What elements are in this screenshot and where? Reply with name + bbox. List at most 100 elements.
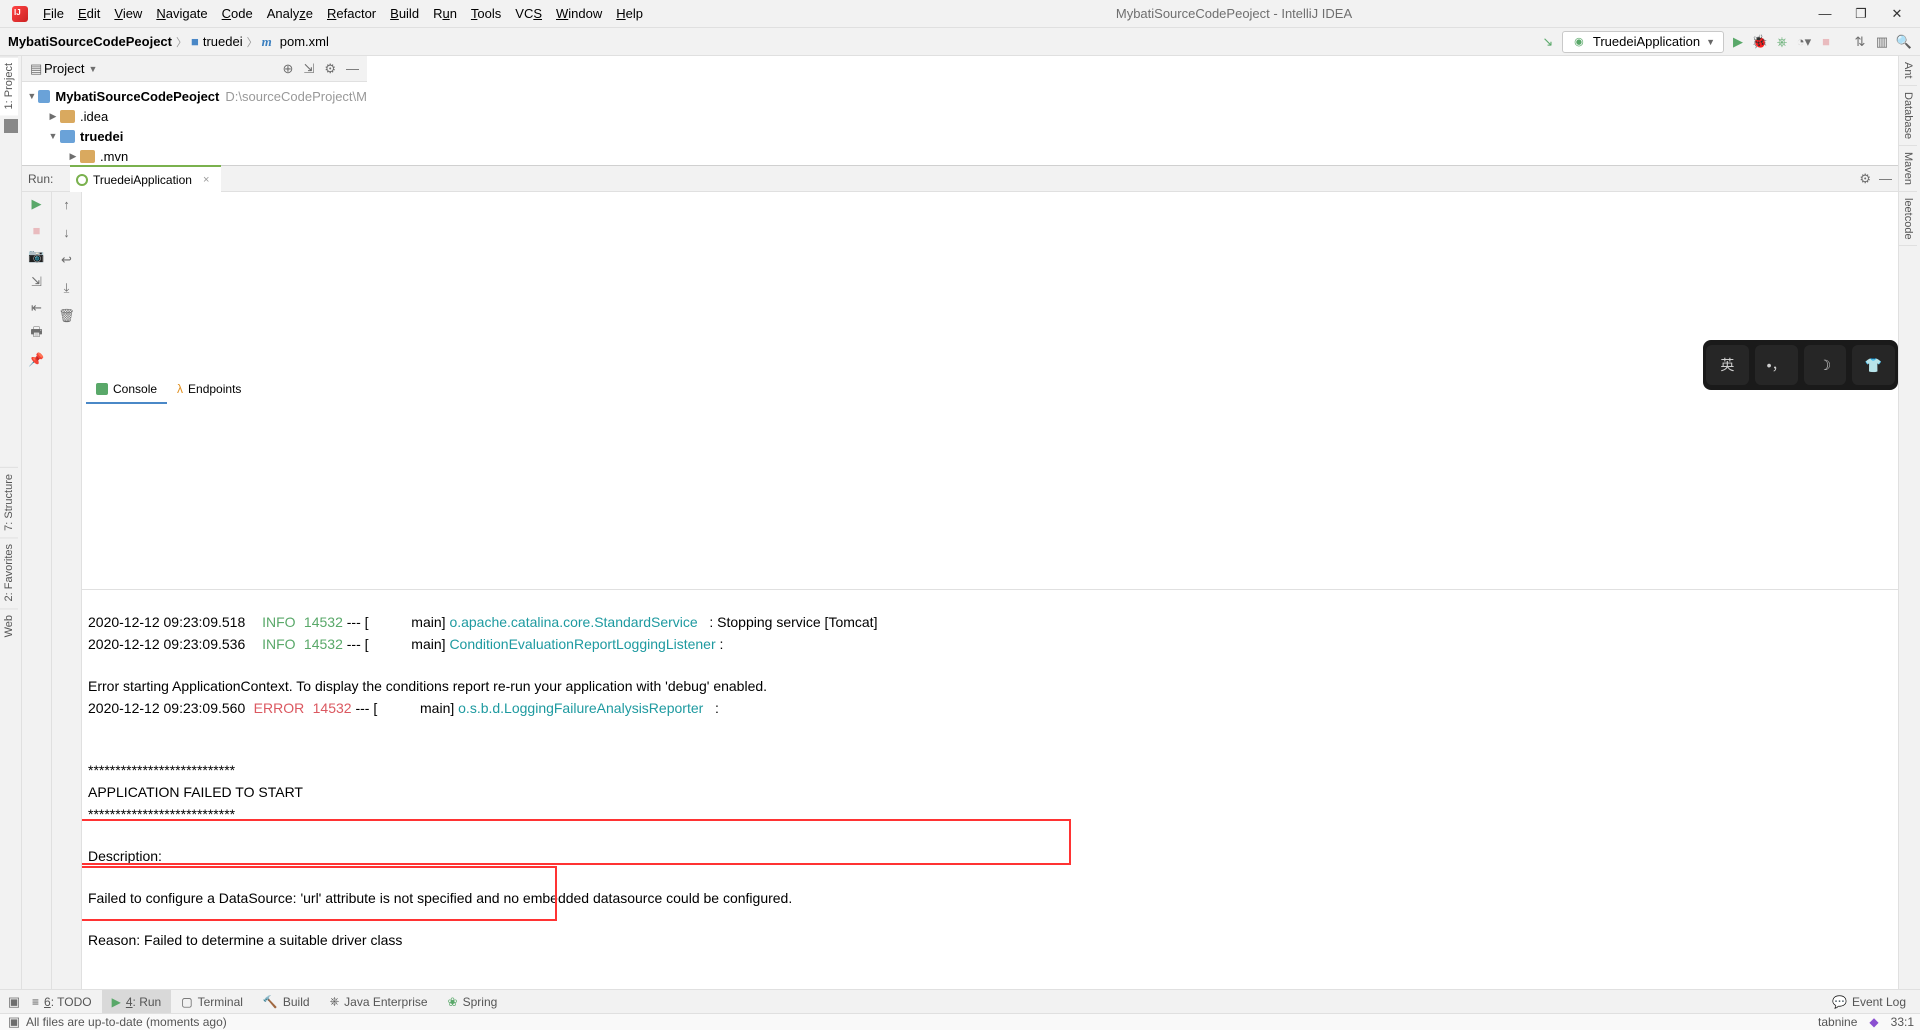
vcs-update-icon[interactable]: ⇅ <box>1852 34 1868 50</box>
breadcrumb-file[interactable]: pom.xml <box>280 34 329 49</box>
console-output[interactable]: 2020-12-12 09:23:09.518 INFO 14532 --- [… <box>82 590 1898 999</box>
endpoints-tab[interactable]: λ Endpoints <box>167 376 251 404</box>
tool-tab-structure[interactable]: 7: Structure <box>0 467 18 537</box>
run-toolbar-primary: ▶ ■ 📷 ⇲ ⇤ 🖶 📌 <box>22 192 52 998</box>
run-config-name: TruedeiApplication <box>1593 34 1700 49</box>
menu-refactor[interactable]: Refactor <box>320 0 383 28</box>
ime-lang[interactable]: 英 <box>1706 345 1749 385</box>
status-bar: ▣ All files are up-to-date (moments ago)… <box>0 1013 1920 1030</box>
scroll-end-icon[interactable]: ⤓ <box>59 280 75 296</box>
locate-icon[interactable]: ⊕ <box>283 61 294 77</box>
menu-code[interactable]: Code <box>215 0 260 28</box>
tool-tab-leetcode[interactable]: leetcode <box>1899 192 1917 247</box>
navigation-bar: MybatiSourceCodePeoject 〉 ■ truedei 〉 m … <box>0 28 1920 56</box>
breadcrumb-root[interactable]: MybatiSourceCodePeoject <box>8 34 172 49</box>
tool-tab-favorites[interactable]: 2: Favorites <box>0 537 18 607</box>
menu-bar: File Edit View Navigate Code Analyze Ref… <box>0 0 1920 28</box>
menu-vcs[interactable]: VCS <box>508 0 549 28</box>
status-icon[interactable]: ▣ <box>6 1014 22 1030</box>
debug-button[interactable]: 🐞 <box>1752 34 1768 50</box>
chevron-right-icon: 〉 <box>176 34 187 50</box>
project-header: ▤ Project ▼ ⊕ ⇲ ⚙ — <box>22 56 367 82</box>
stop-icon[interactable]: ■ <box>29 222 45 238</box>
tool-tab-project[interactable]: 1: Project <box>0 56 18 115</box>
tab-spring[interactable]: ❀Spring <box>438 990 508 1014</box>
profiler-button[interactable]: ◔▾ <box>1796 34 1812 50</box>
console-tab[interactable]: Console <box>86 376 167 404</box>
run-label: Run: <box>28 172 53 186</box>
menu-edit[interactable]: Edit <box>71 0 107 28</box>
caret-position[interactable]: 33:1 <box>1891 1015 1914 1029</box>
minimize-button[interactable]: — <box>1818 7 1832 21</box>
maven-file-icon: m <box>262 34 272 50</box>
menu-tools[interactable]: Tools <box>464 0 508 28</box>
menu-file[interactable]: File <box>36 0 71 28</box>
exit-icon[interactable]: ⇤ <box>29 300 45 316</box>
tab-build[interactable]: 🔨Build <box>253 990 320 1014</box>
left-tool-stripe: 1: Project 7: Structure 2: Favorites Web <box>0 56 22 998</box>
tab-todo[interactable]: ≡6: TODO <box>22 990 102 1014</box>
close-icon[interactable]: × <box>203 174 209 186</box>
tab-terminal[interactable]: ▢Terminal <box>171 990 253 1014</box>
window-title: MybatiSourceCodePeoject - IntelliJ IDEA <box>650 6 1818 21</box>
run-config-selector[interactable]: ◉ TruedeiApplication ▼ <box>1562 31 1724 53</box>
run-button[interactable]: ▶ <box>1730 34 1746 50</box>
chevron-right-icon: 〉 <box>247 34 258 50</box>
right-tool-stripe: Ant Database Maven leetcode <box>1898 56 1920 1013</box>
soft-wrap-icon[interactable]: ↩ <box>59 252 75 268</box>
menu-run[interactable]: Run <box>426 0 464 28</box>
menu-navigate[interactable]: Navigate <box>149 0 214 28</box>
dump-threads-icon[interactable]: 📷 <box>29 248 45 264</box>
build-icon[interactable]: ↘ <box>1540 34 1556 50</box>
breadcrumb-module[interactable]: truedei <box>203 34 243 49</box>
project-tree[interactable]: ▼MybatiSourceCodePeojectD:\sourceCodePro… <box>22 82 367 165</box>
run-tool-window: Run: TruedeiApplication × ⚙ — ▶ ■ 📷 ⇲ ⇤ <box>22 166 1898 998</box>
ime-moon-icon[interactable]: ☽ <box>1804 345 1847 385</box>
app-icon <box>12 6 28 22</box>
print-icon[interactable]: 🖶 <box>29 326 45 342</box>
project-tool-window: ▤ Project ▼ ⊕ ⇲ ⚙ — ▼MybatiSourceCodePeo… <box>22 56 1898 166</box>
pin-icon[interactable]: 📌 <box>29 352 45 368</box>
highlight-box-1 <box>82 819 1071 865</box>
hide-icon[interactable]: — <box>346 61 359 77</box>
layout-icon[interactable]: ⇲ <box>29 274 45 290</box>
hide-icon[interactable]: — <box>1879 171 1892 187</box>
ime-toolbar[interactable]: 英 •， ☽ 👕 <box>1703 340 1898 390</box>
rerun-icon[interactable]: ▶ <box>29 196 45 212</box>
dropdown-icon[interactable]: ▼ <box>88 64 97 74</box>
tabnine-widget[interactable]: tabnine <box>1818 1015 1857 1029</box>
event-log[interactable]: 💬Event Log <box>1832 995 1914 1009</box>
run-tab[interactable]: TruedeiApplication × <box>70 165 221 192</box>
menu-analyze[interactable]: Analyze <box>260 0 320 28</box>
menu-window[interactable]: Window <box>549 0 609 28</box>
tool-window-list-icon[interactable]: ▣ <box>6 994 22 1010</box>
tool-tab-web[interactable]: Web <box>0 608 18 643</box>
bottom-tool-stripe: ▣ ≡6: TODO ▶4: Run ▢Terminal 🔨Build ⎈Jav… <box>0 989 1920 1013</box>
tab-run[interactable]: ▶4: Run <box>102 990 172 1014</box>
bookmark-icon[interactable] <box>4 119 18 133</box>
search-icon[interactable]: 🔍 <box>1896 34 1912 50</box>
down-icon[interactable]: ↓ <box>59 224 75 240</box>
up-icon[interactable]: ↑ <box>59 196 75 212</box>
menu-build[interactable]: Build <box>383 0 426 28</box>
clear-icon[interactable]: 🗑 <box>59 308 75 324</box>
spring-icon <box>76 174 88 186</box>
project-structure-icon[interactable]: ▥ <box>1874 34 1890 50</box>
gear-icon[interactable]: ⚙ <box>1859 171 1871 187</box>
menu-help[interactable]: Help <box>609 0 650 28</box>
stop-button[interactable]: ■ <box>1818 34 1834 50</box>
tool-tab-database[interactable]: Database <box>1899 86 1917 146</box>
project-view-label[interactable]: Project <box>44 61 84 76</box>
run-toolbar-secondary: ↑ ↓ ↩ ⤓ 🗑 <box>52 192 82 998</box>
ime-punct[interactable]: •， <box>1755 345 1798 385</box>
tool-tab-maven[interactable]: Maven <box>1899 146 1917 192</box>
menu-view[interactable]: View <box>107 0 149 28</box>
expand-icon[interactable]: ⇲ <box>303 61 314 77</box>
close-button[interactable]: ✕ <box>1890 7 1904 21</box>
gear-icon[interactable]: ⚙ <box>324 61 336 77</box>
ime-skin-icon[interactable]: 👕 <box>1852 345 1895 385</box>
tool-tab-ant[interactable]: Ant <box>1899 56 1917 86</box>
tab-java-enterprise[interactable]: ⎈Java Enterprise <box>320 990 438 1014</box>
maximize-button[interactable]: ❐ <box>1854 7 1868 21</box>
coverage-button[interactable]: ⎈ <box>1774 34 1790 50</box>
